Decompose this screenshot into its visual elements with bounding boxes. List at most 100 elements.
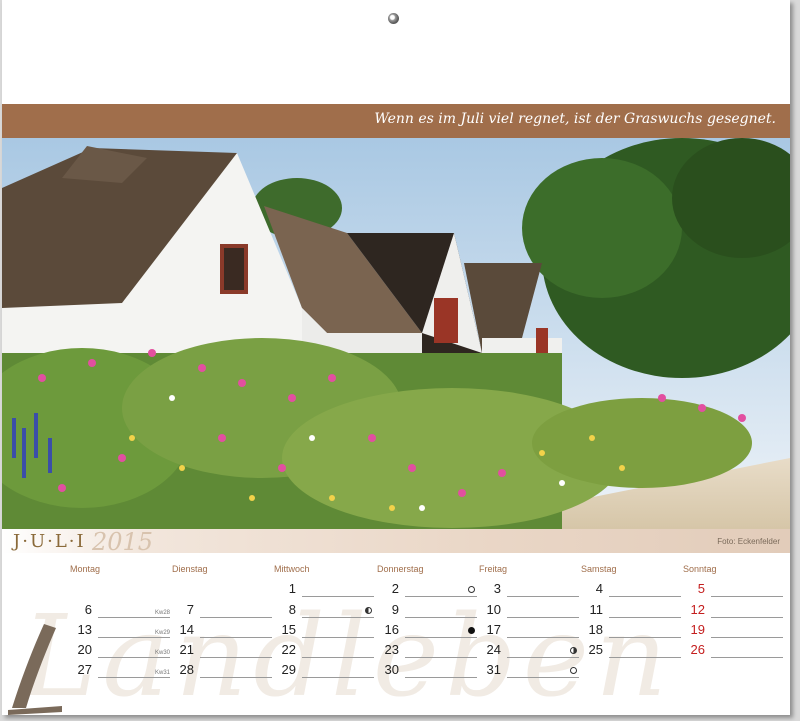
day-cell: 31	[479, 658, 579, 678]
day-number: 16	[384, 622, 399, 637]
note-line	[98, 677, 170, 678]
day-cell: 10	[479, 598, 579, 618]
day-number: 7	[186, 602, 194, 617]
note-line	[507, 677, 579, 678]
calendar-sheet: Wenn es im Juli viel regnet, ist der Gra…	[2, 0, 790, 715]
note-line	[609, 596, 681, 597]
day-number: 9	[391, 602, 399, 617]
day-cell: 15	[274, 618, 374, 638]
day-number: 31	[486, 662, 501, 677]
day-number: 28	[179, 662, 194, 677]
quote-band: Wenn es im Juli viel regnet, ist der Gra…	[2, 104, 790, 138]
moon-phase-full-icon	[468, 586, 475, 593]
moon-phase-first-icon	[570, 647, 577, 654]
note-line	[507, 596, 579, 597]
day-cell: 14	[172, 618, 272, 638]
day-cell: 26	[683, 638, 783, 658]
calendar-grid: Montag Dienstag Mittwoch Donnerstag Freitag S…	[2, 553, 790, 715]
note-line	[711, 657, 783, 658]
day-cell: 29	[274, 658, 374, 678]
day-cell: 27 Kw31	[70, 658, 170, 678]
note-line	[609, 657, 681, 658]
day-number: 30	[384, 662, 399, 677]
day-cell: 5	[683, 577, 783, 597]
day-cell: 13 Kw29	[70, 618, 170, 638]
month-band: J·U·L·I 2015 Foto: Eckenfelder	[2, 528, 790, 556]
day-cell: 7	[172, 598, 272, 618]
day-number: 14	[179, 622, 194, 637]
day-number: 26	[690, 642, 705, 657]
note-line	[405, 677, 477, 678]
day-name-montag: Montag	[70, 564, 101, 574]
day-number: 8	[288, 602, 296, 617]
day-cell: 23	[377, 638, 477, 658]
week-number: Kw28	[154, 610, 170, 616]
day-number: 1	[288, 581, 296, 596]
day-number: 25	[588, 642, 603, 657]
day-cell: 24	[479, 638, 579, 658]
day-name-samstag: Samstag	[581, 564, 617, 574]
day-name-mittwoch: Mittwoch	[274, 564, 310, 574]
day-number: 10	[486, 602, 501, 617]
day-number: 23	[384, 642, 399, 657]
day-cell: 16	[377, 618, 477, 638]
day-cell: 12	[683, 598, 783, 618]
day-number: 22	[281, 642, 296, 657]
note-line	[200, 677, 272, 678]
day-name-dienstag: Dienstag	[172, 564, 208, 574]
day-cell: 18	[581, 618, 681, 638]
week-number: Kw30	[154, 650, 170, 656]
day-cell: 1	[274, 577, 374, 597]
day-cell: 30	[377, 658, 477, 678]
note-line	[302, 677, 374, 678]
day-number: 24	[486, 642, 501, 657]
day-name-donnerstag: Donnerstag	[377, 564, 424, 574]
day-cell: 4	[581, 577, 681, 597]
day-cell: 11	[581, 598, 681, 618]
day-number: 20	[77, 642, 92, 657]
day-name-sonntag: Sonntag	[683, 564, 717, 574]
day-number: 6	[84, 602, 92, 617]
moon-phase-last-icon	[365, 607, 372, 614]
moon-phase-full-icon	[570, 667, 577, 674]
day-name-freitag: Freitag	[479, 564, 508, 574]
day-number: 2	[391, 581, 399, 596]
day-cell: 20 Kw30	[70, 638, 170, 658]
day-number: 29	[281, 662, 296, 677]
day-number: 12	[690, 602, 705, 617]
day-cell: 22	[274, 638, 374, 658]
day-cell: 28	[172, 658, 272, 678]
week-number: Kw31	[154, 670, 170, 676]
day-number: 17	[486, 622, 501, 637]
note-line	[711, 596, 783, 597]
day-number: 13	[77, 622, 92, 637]
day-number: 27	[77, 662, 92, 677]
day-cell: 6 Kw28	[70, 598, 170, 618]
moon-phase-new-icon	[468, 627, 475, 634]
day-number: 4	[595, 581, 603, 596]
day-cell: 9	[377, 598, 477, 618]
day-cell: 2	[377, 577, 477, 597]
photo-credit: Foto: Eckenfelder	[717, 537, 780, 546]
note-line	[302, 596, 374, 597]
day-cell: 8	[274, 598, 374, 618]
week-number: Kw29	[154, 630, 170, 636]
day-cell: 17	[479, 618, 579, 638]
monthly-quote: Wenn es im Juli viel regnet, ist der Gra…	[374, 111, 776, 127]
day-number: 5	[697, 581, 705, 596]
day-number: 15	[281, 622, 296, 637]
day-number: 18	[588, 622, 603, 637]
day-number: 11	[589, 602, 604, 617]
landscape-photo	[2, 138, 790, 529]
hanging-hole	[388, 13, 399, 24]
day-cell: 21	[172, 638, 272, 658]
day-cell: 25	[581, 638, 681, 658]
month-name: J·U·L·I	[13, 531, 86, 552]
day-number: 21	[179, 642, 194, 657]
year-label: 2015	[92, 528, 154, 556]
note-line	[405, 596, 477, 597]
day-number: 19	[690, 622, 705, 637]
day-cell: 3	[479, 577, 579, 597]
day-number: 3	[493, 581, 501, 596]
day-cell: 19	[683, 618, 783, 638]
